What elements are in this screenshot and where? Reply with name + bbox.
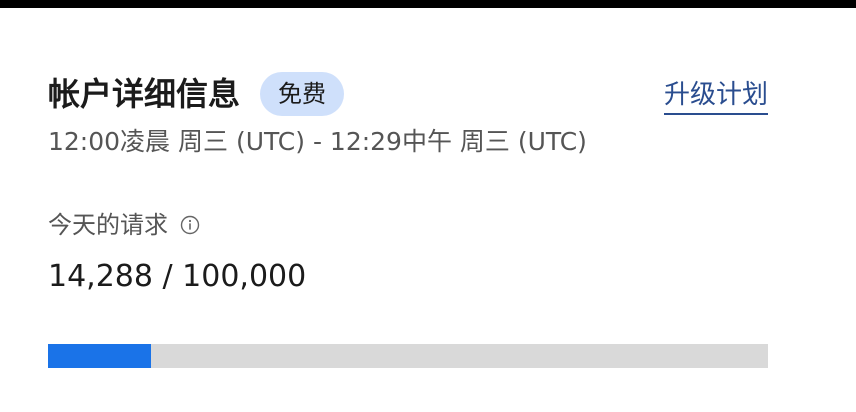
requests-progress-bar — [48, 344, 768, 368]
page-title: 帐户详细信息 — [48, 75, 241, 113]
upgrade-plan-link[interactable]: 升级计划 — [663, 78, 768, 115]
time-range-text: 12:00凌晨 周三 (UTC) - 12:29中午 周三 (UTC) — [48, 127, 587, 156]
requests-label: 今天的请求 — [48, 211, 168, 239]
requests-label-row: 今天的请求 — [48, 208, 200, 242]
requests-progress-fill — [48, 344, 151, 368]
top-black-bar — [0, 0, 856, 8]
info-icon[interactable] — [180, 215, 200, 235]
requests-value: 14,288 / 100,000 — [48, 259, 307, 294]
plan-badge: 免费 — [260, 72, 345, 116]
card-header: 帐户详细信息 免费 — [48, 72, 345, 116]
